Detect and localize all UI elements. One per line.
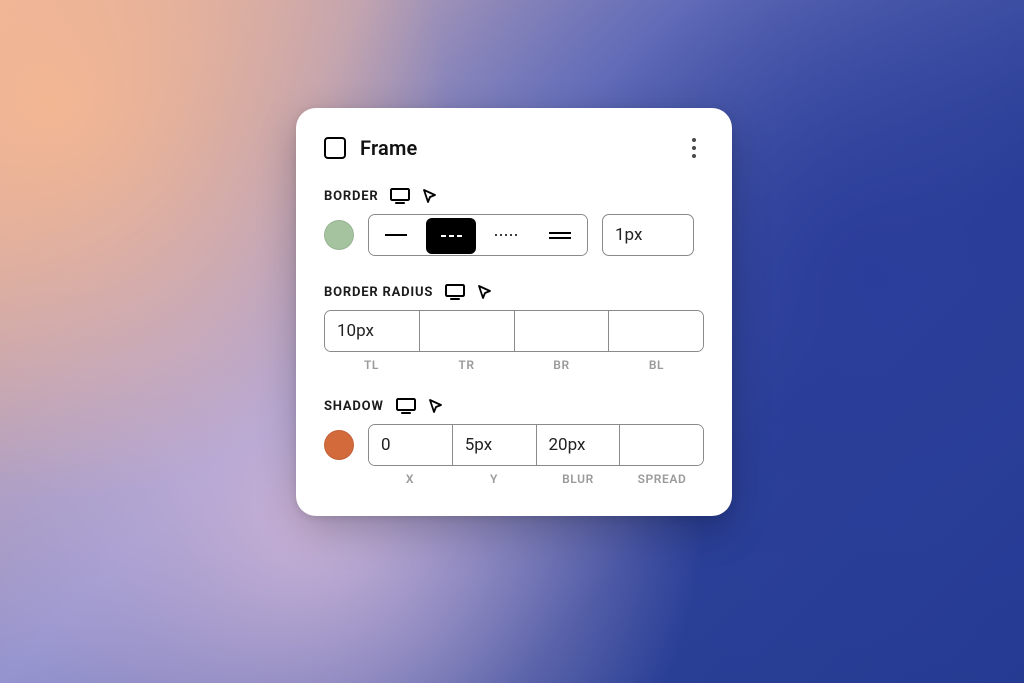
cursor-icon[interactable] [428, 398, 444, 414]
border-width-input[interactable]: 1px [602, 214, 694, 256]
shadow-x-label: X [368, 472, 452, 486]
shadow-labels: X Y BLUR SPREAD [368, 472, 704, 486]
border-section-label: BORDER [324, 189, 378, 204]
border-radius-labels: TL TR BR BL [324, 358, 704, 372]
border-style-solid[interactable] [369, 215, 423, 255]
shadow-color-swatch[interactable] [324, 430, 354, 460]
border-radius-section-label: BORDER RADIUS [324, 285, 433, 300]
shadow-controls: 0 5px 20px [324, 424, 704, 466]
border-controls: 1px [324, 214, 704, 256]
border-color-swatch[interactable] [324, 220, 354, 250]
shadow-section: SHADOW 0 5px 20px [324, 398, 704, 486]
border-heading: BORDER [324, 188, 704, 204]
cursor-icon[interactable] [422, 188, 438, 204]
panel-header: Frame [324, 134, 704, 162]
shadow-labels-row: X Y BLUR SPREAD [324, 466, 704, 486]
border-radius-section: BORDER RADIUS 10px TL TR BR BL [324, 284, 704, 372]
more-menu-button[interactable] [684, 134, 704, 162]
border-width-value: 1px [615, 225, 642, 245]
radius-br-input[interactable] [515, 311, 610, 351]
shadow-blur-input[interactable]: 20px [537, 425, 621, 465]
shadow-spread-input[interactable] [620, 425, 703, 465]
shadow-y-label: Y [452, 472, 536, 486]
panel-title: Frame [360, 136, 417, 160]
border-radius-inputs: 10px [324, 310, 704, 352]
header-left: Frame [324, 136, 417, 160]
border-style-toggle [368, 214, 588, 256]
shadow-section-label: SHADOW [324, 399, 384, 414]
radius-br-label: BR [514, 358, 609, 372]
border-style-double[interactable] [533, 215, 587, 255]
frame-icon [324, 137, 346, 159]
shadow-inputs: 0 5px 20px [368, 424, 704, 466]
shadow-y-input[interactable]: 5px [453, 425, 537, 465]
border-radius-heading: BORDER RADIUS [324, 284, 704, 300]
radius-tr-input[interactable] [420, 311, 515, 351]
shadow-heading: SHADOW [324, 398, 704, 414]
shadow-blur-label: BLUR [536, 472, 620, 486]
desktop-icon[interactable] [396, 398, 416, 414]
desktop-icon[interactable] [445, 284, 465, 300]
shadow-x-input[interactable]: 0 [369, 425, 453, 465]
border-style-dashed[interactable] [426, 218, 476, 254]
radius-bl-input[interactable] [609, 311, 703, 351]
cursor-icon[interactable] [477, 284, 493, 300]
radius-tl-label: TL [324, 358, 419, 372]
shadow-spread-label: SPREAD [620, 472, 704, 486]
desktop-icon[interactable] [390, 188, 410, 204]
radius-bl-label: BL [609, 358, 704, 372]
radius-tr-label: TR [419, 358, 514, 372]
border-style-dotted[interactable] [479, 215, 533, 255]
style-panel: Frame BORDER [296, 108, 732, 516]
radius-tl-input[interactable]: 10px [325, 311, 420, 351]
border-section: BORDER [324, 188, 704, 256]
